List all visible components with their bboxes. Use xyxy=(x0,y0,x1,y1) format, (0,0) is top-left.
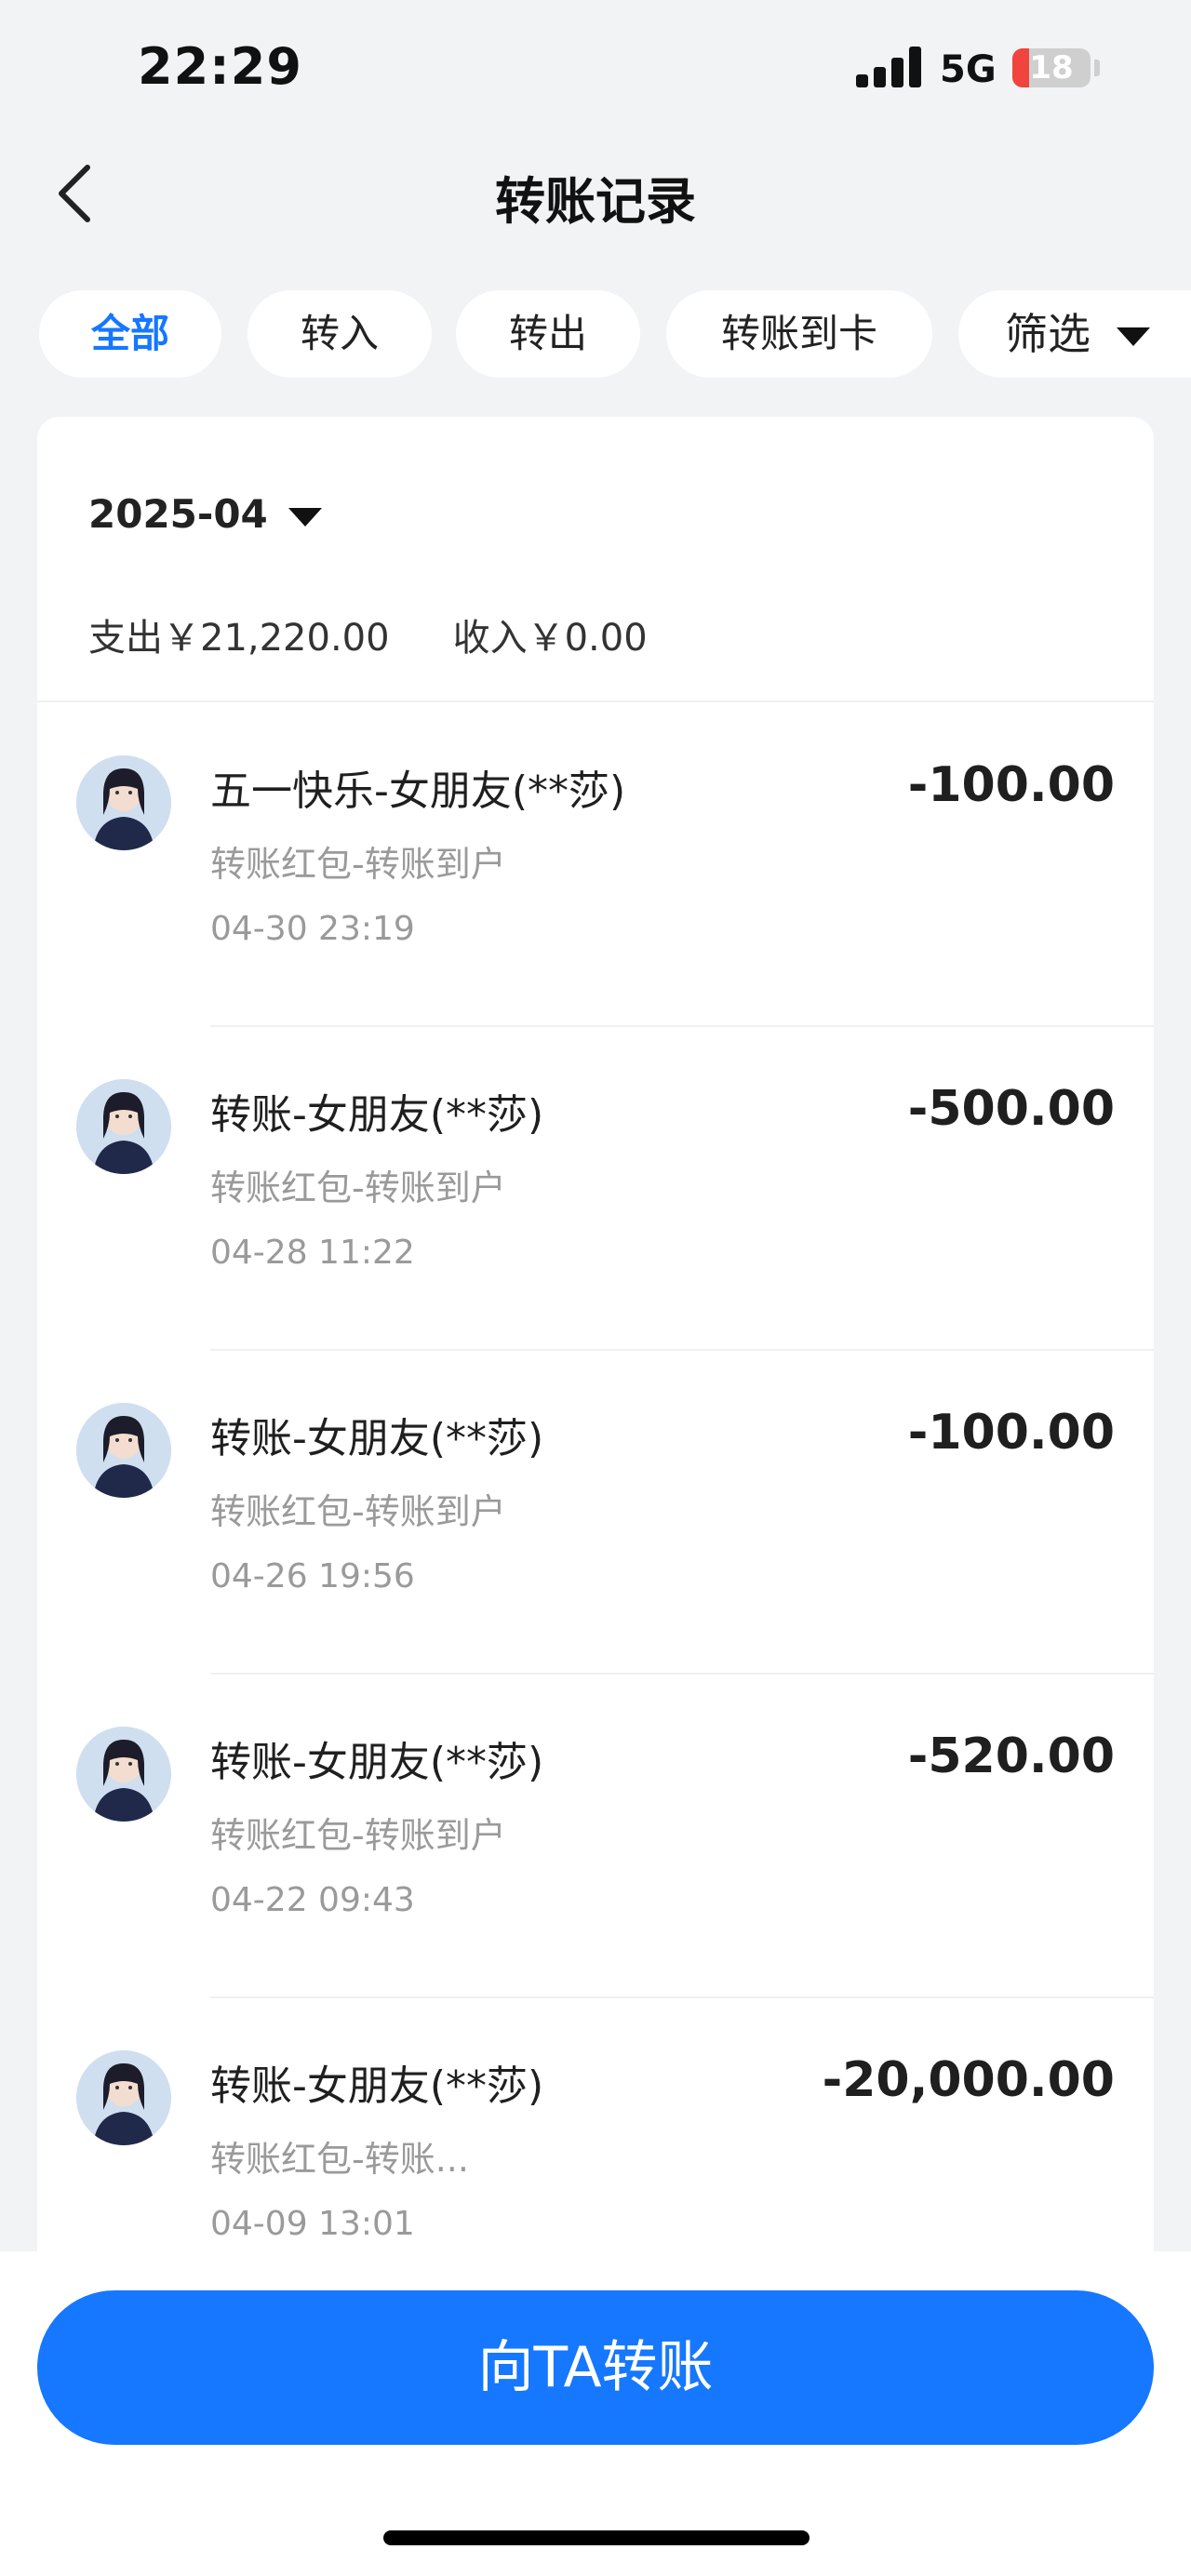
battery-tip xyxy=(1094,60,1100,76)
transaction-time: 04-26 19:56 xyxy=(210,1557,415,1595)
transaction-row[interactable]: 转账-女朋友(**莎) 转账红包-转账到户 04-22 09:43 -520.00 xyxy=(37,1675,1154,1998)
transaction-subtitle: 转账红包-转账到户 xyxy=(210,1491,506,1532)
month-picker[interactable]: 2025-04 xyxy=(88,491,322,537)
avatar xyxy=(76,1727,171,1822)
status-time: 22:29 xyxy=(138,37,302,96)
transaction-subtitle: 转账红包-转账到户 xyxy=(210,1815,506,1856)
month-label: 2025-04 xyxy=(88,491,268,537)
status-bar: 22:29 5G 18 xyxy=(0,0,1191,140)
tab-outgoing[interactable]: 转出 xyxy=(456,290,640,378)
transfer-records-screen: 22:29 5G 18 转账记录 全部 转入 转出 转账到卡 筛选 2025-0… xyxy=(0,0,1191,2576)
transaction-time: 04-28 11:22 xyxy=(210,1234,415,1272)
home-indicator xyxy=(383,2530,810,2545)
transaction-time: 04-09 13:01 xyxy=(210,2205,415,2243)
triangle-down-icon xyxy=(288,507,322,527)
filter-button[interactable]: 筛选 xyxy=(958,290,1191,378)
transaction-time: 04-22 09:43 xyxy=(210,1881,415,1919)
avatar xyxy=(76,1079,171,1174)
transaction-title: 转账-女朋友(**莎) xyxy=(210,2062,544,2110)
expense-total: 支出￥21,220.00 xyxy=(88,617,390,660)
income-total: 收入￥0.00 xyxy=(452,617,648,660)
network-type: 5G xyxy=(940,48,997,91)
battery-icon: 18 xyxy=(1012,48,1091,87)
tab-incoming[interactable]: 转入 xyxy=(248,290,432,378)
signal-icon xyxy=(856,47,923,87)
transaction-amount: -20,000.00 xyxy=(822,2052,1115,2108)
divider xyxy=(37,701,1154,702)
tab-all[interactable]: 全部 xyxy=(39,290,221,378)
filter-tabs: 全部 转入 转出 转账到卡 筛选 xyxy=(0,290,1191,378)
transaction-amount: -100.00 xyxy=(907,757,1115,813)
transaction-row[interactable]: 五一快乐-女朋友(**莎) 转账红包-转账到户 04-30 23:19 -100.00 xyxy=(37,703,1154,1027)
transaction-subtitle: 转账红包-转账到户 xyxy=(210,1168,506,1208)
month-summary: 支出￥21,220.00 收入￥0.00 xyxy=(88,607,648,661)
avatar xyxy=(76,2050,171,2145)
triangle-down-icon xyxy=(1117,327,1150,346)
avatar xyxy=(76,755,171,850)
transaction-amount: -520.00 xyxy=(907,1728,1115,1784)
transaction-amount: -500.00 xyxy=(907,1081,1115,1137)
tab-to-card[interactable]: 转账到卡 xyxy=(666,290,932,378)
transaction-row[interactable]: 转账-女朋友(**莎) 转账红包-转账... 04-09 13:01 -20,000.… xyxy=(37,1998,1154,2277)
transaction-title: 转账-女朋友(**莎) xyxy=(210,1091,544,1139)
battery-level: 18 xyxy=(1029,49,1074,87)
transaction-time: 04-30 23:19 xyxy=(210,910,415,948)
transaction-title: 转账-女朋友(**莎) xyxy=(210,1415,544,1462)
filter-label: 筛选 xyxy=(1005,309,1091,359)
avatar xyxy=(76,1403,171,1498)
transaction-title: 转账-女朋友(**莎) xyxy=(210,1739,544,1786)
transaction-title: 五一快乐-女朋友(**莎) xyxy=(210,767,626,815)
records-card: 2025-04 支出￥21,220.00 收入￥0.00 五一快乐-女朋友(**莎… xyxy=(37,417,1154,2277)
bottom-bar: 向TA转账 xyxy=(0,2251,1191,2576)
transaction-row[interactable]: 转账-女朋友(**莎) 转账红包-转账到户 04-28 11:22 -500.00 xyxy=(37,1027,1154,1351)
transaction-amount: -100.00 xyxy=(907,1405,1115,1461)
transaction-row[interactable]: 转账-女朋友(**莎) 转账红包-转账到户 04-26 19:56 -100.00 xyxy=(37,1351,1154,1675)
page-title: 转账记录 xyxy=(495,172,696,231)
transaction-subtitle: 转账红包-转账... xyxy=(210,2139,469,2180)
transfer-to-ta-button[interactable]: 向TA转账 xyxy=(37,2290,1154,2445)
transaction-subtitle: 转账红包-转账到户 xyxy=(210,844,506,885)
